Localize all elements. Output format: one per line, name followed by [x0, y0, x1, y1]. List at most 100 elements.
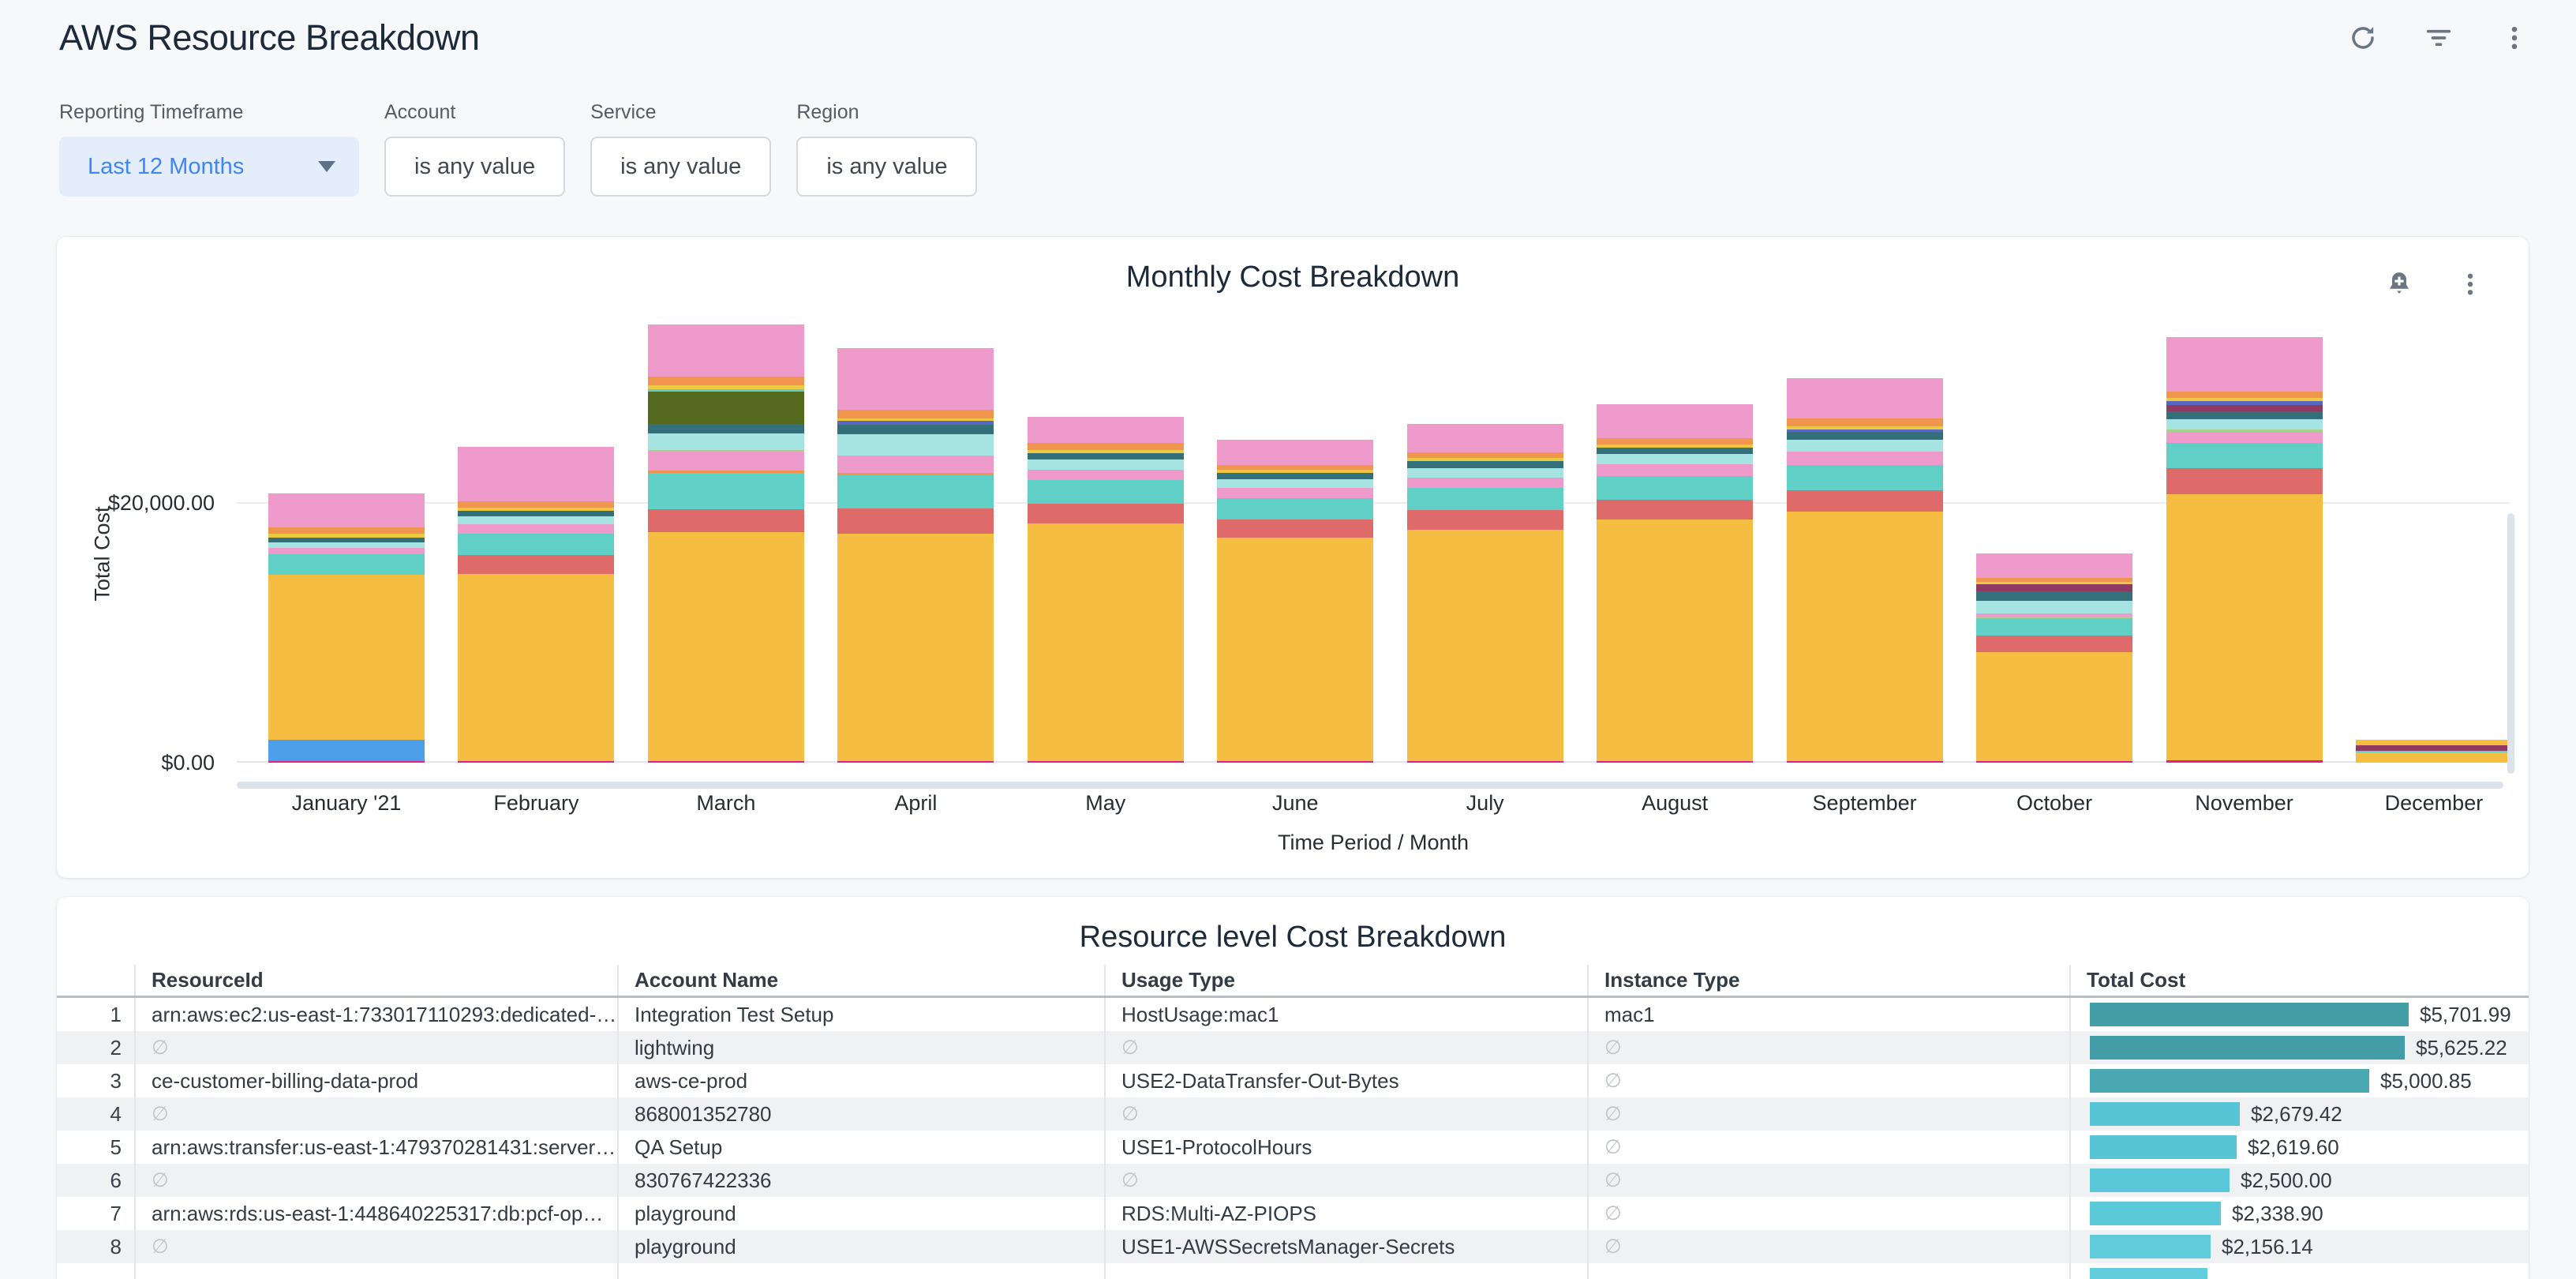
- bar-segment[interactable]: [837, 410, 994, 419]
- bar-segment[interactable]: [1787, 465, 1943, 491]
- bar-segment[interactable]: [1407, 530, 1563, 761]
- bar-segment[interactable]: [837, 534, 994, 760]
- bar-segment[interactable]: [268, 740, 425, 760]
- bar-segment[interactable]: [268, 527, 425, 534]
- bar-segment[interactable]: [268, 575, 425, 741]
- bar-segment[interactable]: [1597, 404, 1753, 438]
- bar-segment[interactable]: [1217, 538, 1373, 761]
- bar-segment[interactable]: [268, 761, 425, 763]
- bar-segment[interactable]: [268, 542, 425, 548]
- bar-segment[interactable]: [2356, 745, 2512, 751]
- bar-segment[interactable]: [1787, 418, 1943, 426]
- stacked-bar-August[interactable]: [1597, 404, 1753, 763]
- bar-segment[interactable]: [2166, 392, 2323, 398]
- bar-segment[interactable]: [837, 456, 994, 473]
- bar-segment[interactable]: [648, 392, 804, 424]
- account-filter-button[interactable]: is any value: [384, 137, 565, 197]
- bar-segment[interactable]: [1597, 500, 1753, 519]
- bar-segment[interactable]: [1597, 448, 1753, 454]
- bar-segment[interactable]: [1407, 488, 1563, 510]
- reporting-timeframe-dropdown[interactable]: Last 12 Months: [59, 137, 359, 197]
- bar-segment[interactable]: [1217, 519, 1373, 538]
- bar-segment[interactable]: [1217, 498, 1373, 519]
- bar-segment[interactable]: [1976, 652, 2132, 761]
- stacked-bar-May[interactable]: [1028, 417, 1184, 763]
- bar-segment[interactable]: [648, 532, 804, 761]
- bar-segment[interactable]: [648, 377, 804, 386]
- service-filter-button[interactable]: is any value: [590, 137, 771, 197]
- bar-segment[interactable]: [1407, 478, 1563, 488]
- chart-horizontal-scrollbar[interactable]: [237, 782, 2503, 789]
- chart-vertical-scrollbar[interactable]: [2507, 513, 2514, 774]
- bar-segment[interactable]: [648, 509, 804, 532]
- bar-segment[interactable]: [1217, 465, 1373, 471]
- bar-segment[interactable]: [1407, 468, 1563, 478]
- bar-segment[interactable]: [648, 433, 804, 450]
- bar-segment[interactable]: [268, 554, 425, 575]
- bar-segment[interactable]: [2166, 405, 2323, 411]
- bar-segment[interactable]: [1028, 417, 1184, 443]
- bar-segment[interactable]: [458, 534, 614, 555]
- bar-segment[interactable]: [1976, 601, 2132, 613]
- bar-segment[interactable]: [2356, 740, 2512, 745]
- bar-segment[interactable]: [2166, 443, 2323, 467]
- bar-segment[interactable]: [837, 475, 994, 509]
- bar-segment[interactable]: [1407, 461, 1563, 467]
- bar-segment[interactable]: [1217, 473, 1373, 478]
- bar-segment[interactable]: [1787, 512, 1943, 761]
- bar-segment[interactable]: [1407, 424, 1563, 452]
- bar-segment[interactable]: [1028, 443, 1184, 449]
- filter-toggle-button[interactable]: [2421, 21, 2456, 55]
- bar-segment[interactable]: [837, 761, 994, 763]
- bar-segment[interactable]: [837, 434, 994, 456]
- bar-segment[interactable]: [648, 324, 804, 377]
- stacked-bar-June[interactable]: [1217, 440, 1373, 763]
- bar-segment[interactable]: [2166, 432, 2323, 444]
- bar-segment[interactable]: [1217, 440, 1373, 464]
- bar-segment[interactable]: [1407, 761, 1563, 763]
- stacked-bar-December[interactable]: [2356, 740, 2512, 763]
- bar-segment[interactable]: [2166, 411, 2323, 419]
- bar-segment[interactable]: [1976, 618, 2132, 635]
- stacked-bar-April[interactable]: [837, 348, 994, 763]
- bar-segment[interactable]: [1217, 488, 1373, 498]
- bar-segment[interactable]: [2166, 419, 2323, 429]
- bar-segment[interactable]: [268, 493, 425, 528]
- stacked-bar-November[interactable]: [2166, 337, 2323, 763]
- stacked-bar-July[interactable]: [1407, 424, 1563, 763]
- bar-segment[interactable]: [1597, 476, 1753, 500]
- bar-segment[interactable]: [2166, 494, 2323, 760]
- bar-segment[interactable]: [268, 548, 425, 554]
- bar-segment[interactable]: [1597, 438, 1753, 444]
- dashboard-more-button[interactable]: [2497, 21, 2532, 55]
- bar-segment[interactable]: [1597, 519, 1753, 761]
- bar-segment[interactable]: [458, 511, 614, 516]
- bar-segment[interactable]: [458, 555, 614, 575]
- bar-segment[interactable]: [1787, 452, 1943, 464]
- bar-segment[interactable]: [1787, 761, 1943, 763]
- bar-segment[interactable]: [648, 761, 804, 763]
- stacked-bar-January '21[interactable]: [268, 493, 425, 763]
- bar-segment[interactable]: [1028, 504, 1184, 523]
- bar-segment[interactable]: [1028, 470, 1184, 480]
- bar-segment[interactable]: [458, 574, 614, 760]
- bar-segment[interactable]: [1976, 591, 2132, 601]
- bar-segment[interactable]: [1597, 464, 1753, 476]
- bar-segment[interactable]: [1597, 454, 1753, 464]
- refresh-button[interactable]: [2346, 21, 2380, 55]
- bar-segment[interactable]: [1028, 761, 1184, 763]
- bar-segment[interactable]: [1597, 761, 1753, 763]
- bar-segment[interactable]: [837, 425, 994, 434]
- bar-segment[interactable]: [837, 508, 994, 534]
- bar-segment[interactable]: [2166, 337, 2323, 392]
- bar-segment[interactable]: [1787, 378, 1943, 418]
- bar-segment[interactable]: [2166, 760, 2323, 763]
- region-filter-button[interactable]: is any value: [796, 137, 977, 197]
- bar-segment[interactable]: [1028, 453, 1184, 459]
- stacked-bar-September[interactable]: [1787, 378, 1943, 763]
- bar-segment[interactable]: [1976, 584, 2132, 591]
- bar-segment[interactable]: [1217, 479, 1373, 489]
- bar-segment[interactable]: [1407, 510, 1563, 530]
- bar-segment[interactable]: [648, 473, 804, 509]
- bar-segment[interactable]: [1787, 432, 1943, 440]
